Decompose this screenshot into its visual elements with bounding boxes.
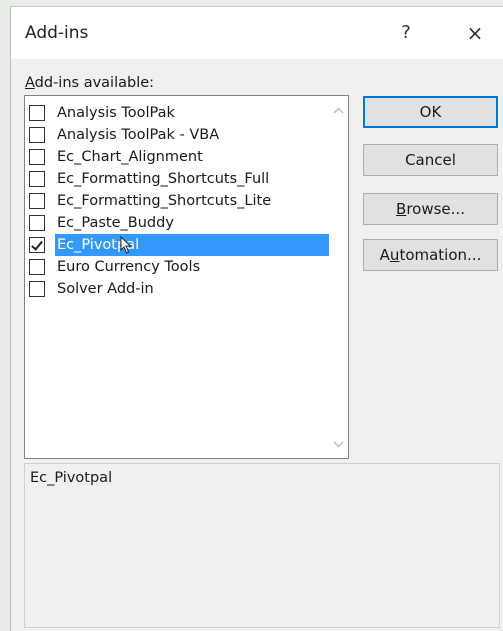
item-checkbox[interactable]: [29, 193, 45, 209]
item-label: Analysis ToolPak - VBA: [57, 127, 220, 143]
item-checkbox[interactable]: [29, 237, 45, 253]
list-item[interactable]: Solver Add-in: [28, 278, 332, 300]
list-item[interactable]: Ec_Chart_Alignment: [28, 146, 332, 168]
list-item[interactable]: Ec_Paste_Buddy: [28, 212, 332, 234]
list-item[interactable]: Analysis ToolPak: [28, 102, 332, 124]
item-label: Ec_Paste_Buddy: [57, 215, 174, 231]
description-box: Ec_Pivotpal: [24, 463, 500, 628]
item-label: Ec_Formatting_Shortcuts_Full: [57, 171, 270, 187]
item-checkbox[interactable]: [29, 171, 45, 187]
close-icon[interactable]: ×: [461, 19, 489, 47]
item-label: Ec_Formatting_Shortcuts_Lite: [57, 193, 272, 209]
item-checkbox[interactable]: [29, 281, 45, 297]
scroll-up-icon[interactable]: [329, 101, 348, 120]
browse-button[interactable]: Browse...: [363, 193, 498, 225]
add-ins-dialog: Add-ins ? × Add-ins available: Analysis …: [10, 6, 503, 631]
browse-text: rowse...: [406, 200, 465, 218]
item-checkbox[interactable]: [29, 105, 45, 121]
scroll-down-icon[interactable]: [329, 435, 348, 454]
automation-text: tomation...: [399, 246, 482, 264]
item-label: Analysis ToolPak: [57, 105, 175, 121]
description-title: Ec_Pivotpal: [30, 470, 113, 486]
add-ins-available-label: Add-ins available:: [25, 75, 154, 91]
add-ins-listbox[interactable]: Analysis ToolPak Analysis ToolPak - VBA Ec…: [24, 95, 349, 459]
label-mnemonic: A: [25, 75, 35, 91]
item-label: Solver Add-in: [57, 281, 154, 297]
item-checkbox[interactable]: [29, 127, 45, 143]
item-label: Ec_Pivotpal: [55, 234, 332, 256]
ok-button[interactable]: OK: [363, 96, 498, 128]
title-bar[interactable]: Add-ins ? ×: [11, 7, 503, 59]
list-item[interactable]: Ec_Pivotpal: [28, 234, 332, 256]
automation-pre: A: [379, 246, 390, 264]
automation-mnemonic: u: [389, 246, 400, 264]
list-item[interactable]: Analysis ToolPak - VBA: [28, 124, 332, 146]
label-text: dd-ins available:: [34, 75, 155, 91]
mouse-cursor-icon: [120, 236, 132, 254]
list-item[interactable]: Ec_Formatting_Shortcuts_Full: [28, 168, 332, 190]
automation-button[interactable]: Automation...: [363, 239, 498, 271]
item-label: Euro Currency Tools: [57, 259, 201, 275]
list-item[interactable]: Euro Currency Tools: [28, 256, 332, 278]
item-checkbox[interactable]: [29, 215, 45, 231]
item-label: Ec_Chart_Alignment: [57, 149, 203, 165]
cancel-button[interactable]: Cancel: [363, 144, 498, 176]
dialog-title: Add-ins: [25, 23, 89, 43]
add-ins-list: Analysis ToolPak Analysis ToolPak - VBA Ec…: [28, 102, 332, 300]
item-checkbox[interactable]: [29, 259, 45, 275]
listbox-scrollbar[interactable]: [329, 96, 348, 458]
browse-mnemonic: B: [396, 200, 407, 218]
item-checkbox[interactable]: [29, 149, 45, 165]
help-icon[interactable]: ?: [393, 19, 419, 47]
list-item[interactable]: Ec_Formatting_Shortcuts_Lite: [28, 190, 332, 212]
